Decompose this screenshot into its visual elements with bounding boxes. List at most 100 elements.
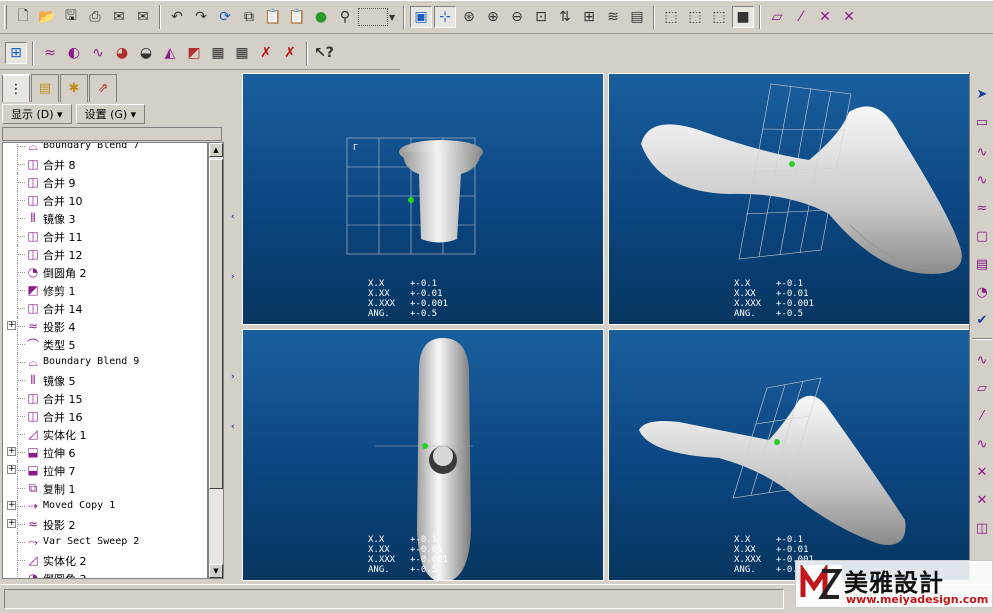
tree-item[interactable]: ◫ 合并 12 (3, 245, 207, 263)
chevron-down-icon[interactable]: ▼ (389, 13, 399, 22)
tree-item[interactable]: ◿ 实体化 1 (3, 425, 207, 443)
traffic-light-icon[interactable]: ● (310, 6, 332, 28)
open-file-icon[interactable]: 📂 (36, 6, 58, 28)
save-icon[interactable]: 🖫 (60, 6, 82, 28)
tree-item[interactable]: ⫴ 镜像 5 (3, 371, 207, 389)
undo-icon[interactable]: ↶ (166, 6, 188, 28)
tab-favorites-icon[interactable]: ✱ (60, 74, 88, 102)
paste-special-icon[interactable]: 📋 (286, 6, 308, 28)
copy-icon[interactable]: ⧉ (238, 6, 260, 28)
slope-analysis-icon[interactable]: ◩ (183, 42, 205, 64)
scroll-down-icon[interactable]: ▼ (209, 564, 223, 578)
settings-menu[interactable]: 设置 (G) ▾ (75, 104, 146, 124)
gaussian-curvature-icon[interactable]: ◕ (111, 42, 133, 64)
tree-column-header[interactable] (2, 127, 222, 141)
tree-item[interactable]: ⧉ 复制 1 (3, 479, 207, 497)
viewport-top[interactable]: X.X +-0.1 X.XX +-0.01 X.XXX +-0.001 ANG. +-0.5 (242, 329, 604, 581)
layers-icon[interactable]: ≋ (602, 6, 624, 28)
tree-item[interactable]: ⌓ Boundary Blend 7 (3, 143, 207, 155)
wireframe-icon[interactable]: ⬚ (660, 6, 682, 28)
tree-item[interactable]: ◿ 实体化 2 (3, 551, 207, 569)
tree-item[interactable]: + ⬓ 拉伸 6 (3, 443, 207, 461)
datum-points-icon[interactable]: ✕ (814, 6, 836, 28)
tree-item[interactable]: + ≈ 投影 4 (3, 317, 207, 335)
expand-icon[interactable]: + (7, 519, 16, 528)
shaded-curvature-icon[interactable]: ◒ (135, 42, 157, 64)
expand-icon[interactable]: + (7, 465, 16, 474)
saved-views-icon[interactable]: ⊞ (578, 6, 600, 28)
chevron-right-icon[interactable]: › (231, 272, 239, 282)
model-tree-toggle-icon[interactable]: ⊞ (5, 41, 27, 64)
deviation-analysis-icon[interactable]: ▦ (231, 42, 253, 64)
tree-item[interactable]: ◫ 合并 16 (3, 407, 207, 425)
hidden-line-icon[interactable]: ⬚ (684, 6, 706, 28)
tree-item[interactable]: ⤳ Var Sect Sweep 2 (3, 533, 207, 551)
offset-analysis-icon[interactable]: ▦ (207, 42, 229, 64)
no-hidden-icon[interactable]: ⬚ (708, 6, 730, 28)
sketch-curve-icon[interactable]: ∿ (972, 170, 992, 190)
tree-item[interactable]: ◫ 合并 10 (3, 191, 207, 209)
surface-icon[interactable]: ≈ (972, 198, 992, 218)
datum-planes-icon[interactable]: ▱ (766, 6, 788, 28)
orient-mode-icon[interactable]: ⊛ (458, 6, 480, 28)
viewport-trimetric[interactable]: X.X+-0.1X.XX+-0.01X.XXX+-0.001ANG.+-0.5 (608, 329, 970, 581)
select-arrow-icon[interactable]: ➤ (972, 84, 992, 104)
scroll-up-icon[interactable]: ▲ (209, 143, 223, 157)
print-icon[interactable]: ⎙ (84, 6, 106, 28)
scrollbar-thumb[interactable] (209, 159, 223, 489)
done-check-icon[interactable]: ✔ (972, 310, 992, 330)
ruler-icon[interactable]: ▭ (972, 112, 992, 132)
chevron-left-icon[interactable]: ‹ (231, 422, 239, 432)
curvature-icon[interactable]: ◐ (63, 42, 85, 64)
boundary-surface-icon[interactable]: ▢ (972, 226, 992, 246)
chevron-right-icon[interactable]: › (231, 372, 239, 382)
trim-surface-icon[interactable]: ◔ (972, 282, 992, 302)
draft-analysis-icon[interactable]: ◭ (159, 42, 181, 64)
tab-model-tree-icon[interactable]: ⋮ (2, 74, 30, 102)
tree-item[interactable]: ⌒ 类型 5 (3, 335, 207, 353)
datum-plane-icon[interactable]: ▱ (972, 378, 992, 398)
analysis-feature-icon[interactable]: ◫ (972, 518, 992, 538)
repaint-icon[interactable]: ▣ (410, 6, 432, 28)
sketch-icon[interactable]: ∿ (972, 434, 992, 454)
send-mail-attachment-icon[interactable]: ✉ (132, 6, 154, 28)
tree-item[interactable]: + ⬓ 拉伸 7 (3, 461, 207, 479)
tab-connections-icon[interactable]: ⇗ (89, 74, 117, 102)
send-mail-icon[interactable]: ✉ (108, 6, 130, 28)
tree-item[interactable]: ◫ 合并 8 (3, 155, 207, 173)
coordinate-systems-icon[interactable]: ✕ (838, 6, 860, 28)
tree-item[interactable]: ◫ 合并 11 (3, 227, 207, 245)
tab-folder-browser-icon[interactable]: ▤ (31, 74, 59, 102)
reorient-icon[interactable]: ⇅ (554, 6, 576, 28)
tree-item[interactable]: ◫ 合并 15 (3, 389, 207, 407)
viewport-front[interactable]: Γ X.X +-0.1 X.XX +-0.01 X.XXX +-0.001 ANG. +-0.… (242, 73, 604, 325)
toolbar-grip[interactable] (4, 5, 7, 29)
delete-all-analysis-icon[interactable]: ✗ (279, 42, 301, 64)
selection-box-icon[interactable] (358, 8, 388, 26)
curve-icon[interactable]: ∿ (972, 142, 992, 162)
datum-axes-icon[interactable]: ⁄ (790, 6, 812, 28)
viewport-isometric[interactable]: X.X +-0.1 X.XX +-0.01 X.XXX +-0.001 ANG. +-0.5 (608, 73, 970, 325)
new-file-icon[interactable]: 🗋 (12, 6, 34, 28)
regenerate-icon[interactable]: ⟳ (214, 6, 236, 28)
zoom-in-icon[interactable]: ⊕ (482, 6, 504, 28)
show-menu[interactable]: 显示 (D) ▾ (2, 104, 72, 124)
expand-icon[interactable]: + (7, 447, 16, 456)
section-analysis-icon[interactable]: ∿ (87, 42, 109, 64)
shading-icon[interactable]: ■ (732, 6, 754, 28)
view-manager-icon[interactable]: ▤ (626, 6, 648, 28)
datum-point-icon[interactable]: ✕ (972, 462, 992, 482)
tree-item[interactable]: ⫴ 镜像 3 (3, 209, 207, 227)
find-icon[interactable]: ⚲ (334, 6, 356, 28)
datum-curve-icon[interactable]: ∿ (972, 350, 992, 370)
delete-analysis-icon[interactable]: ✗ (255, 42, 277, 64)
tree-item[interactable]: ⌓ Boundary Blend 9 (3, 353, 207, 371)
connect-surface-icon[interactable]: ▤ (972, 254, 992, 274)
tree-scrollbar[interactable]: ▲ ▼ (208, 142, 224, 579)
panel-splitter[interactable]: ‹ › › ‹ (230, 72, 240, 582)
zoom-out-icon[interactable]: ⊖ (506, 6, 528, 28)
spin-center-icon[interactable]: ⊹ (434, 6, 456, 28)
chevron-left-icon[interactable]: ‹ (231, 212, 239, 222)
tree-item[interactable]: + ≈ 投影 2 (3, 515, 207, 533)
redo-icon[interactable]: ↷ (190, 6, 212, 28)
